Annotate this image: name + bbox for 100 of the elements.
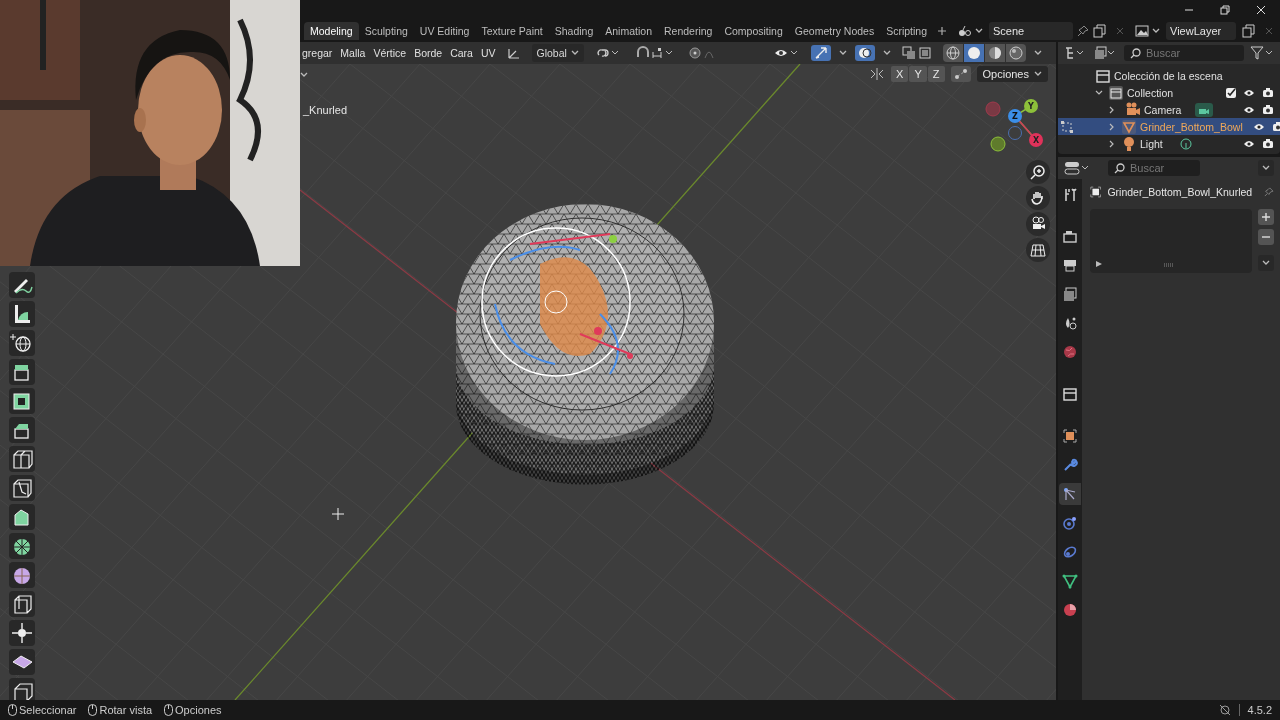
outliner-row[interactable]: Light bbox=[1058, 135, 1280, 152]
item-label: Camera bbox=[1144, 103, 1182, 116]
resize-handle-icon[interactable] bbox=[1164, 263, 1174, 267]
mirror-axis-toggle[interactable]: Y bbox=[909, 66, 927, 82]
object-icon bbox=[1090, 185, 1102, 199]
add-button[interactable] bbox=[1258, 209, 1274, 225]
menu-item[interactable]: gregar bbox=[302, 47, 333, 59]
gizmo-toggle[interactable] bbox=[811, 45, 831, 61]
scene-selector[interactable]: Scene bbox=[989, 22, 1073, 40]
smooth-icon[interactable] bbox=[9, 562, 35, 588]
solid-shading-button[interactable] bbox=[964, 44, 984, 62]
eye-icon[interactable] bbox=[1252, 121, 1265, 132]
eye-icon[interactable] bbox=[1243, 104, 1255, 115]
item-label: Collection bbox=[1127, 86, 1174, 99]
hint-label: Rotar vista bbox=[99, 704, 153, 716]
knife-icon[interactable] bbox=[9, 475, 35, 501]
annotate-icon[interactable] bbox=[9, 272, 35, 298]
menu-item[interactable]: Cara bbox=[450, 47, 473, 59]
eye-icon[interactable] bbox=[1243, 138, 1255, 149]
caret-icon bbox=[1034, 71, 1042, 77]
outliner-row[interactable]: Colección de la escena bbox=[1058, 67, 1280, 84]
add-icon[interactable] bbox=[937, 26, 948, 36]
mirror-axis-toggle[interactable]: Z bbox=[927, 66, 945, 82]
workspace-tab[interactable]: UV Editing bbox=[413, 22, 476, 40]
menu-item[interactable]: Vértice bbox=[373, 47, 407, 59]
zoom-icon[interactable] bbox=[1026, 160, 1050, 184]
options-dropdown[interactable] bbox=[1258, 160, 1274, 176]
more-dropdown[interactable] bbox=[1258, 255, 1274, 271]
grid-icon[interactable] bbox=[1026, 238, 1050, 262]
caret-icon bbox=[975, 28, 983, 34]
network-icon bbox=[1218, 704, 1231, 716]
caret-icon bbox=[1152, 28, 1160, 34]
collection-icon bbox=[1108, 84, 1124, 101]
workspace-tab[interactable]: Rendering bbox=[658, 22, 719, 40]
workspace-tab[interactable]: Scripting bbox=[880, 22, 934, 40]
editor-type-icon[interactable] bbox=[1064, 161, 1090, 175]
camera-icon[interactable] bbox=[1271, 121, 1280, 132]
navigation-gizmo[interactable]: Y Z X bbox=[982, 96, 1044, 152]
spin-icon[interactable] bbox=[9, 533, 35, 559]
camera-data-icon[interactable] bbox=[1194, 101, 1215, 118]
caret-icon bbox=[1262, 260, 1270, 266]
ruler-icon[interactable] bbox=[9, 301, 35, 327]
scene-icon[interactable] bbox=[958, 25, 972, 37]
play-icon bbox=[1096, 261, 1102, 267]
object-name-label: _Knurled bbox=[303, 104, 348, 116]
auto-merge-icon[interactable] bbox=[950, 66, 971, 82]
shrink-fatten-icon[interactable] bbox=[9, 620, 35, 646]
copy-icon[interactable] bbox=[1093, 24, 1107, 38]
wireframe-shading-button[interactable] bbox=[943, 44, 963, 62]
rip-icon[interactable] bbox=[9, 678, 35, 700]
shear-icon[interactable] bbox=[9, 649, 35, 675]
pin-icon[interactable] bbox=[1077, 25, 1089, 37]
overlay-toggle[interactable] bbox=[855, 45, 875, 61]
bevel-icon[interactable] bbox=[9, 417, 35, 443]
hand-icon[interactable] bbox=[1026, 186, 1050, 210]
poly-build-icon[interactable] bbox=[9, 504, 35, 530]
menu-item[interactable]: UV bbox=[480, 47, 496, 59]
mouse-icon bbox=[164, 704, 174, 716]
workspace-tab[interactable]: Modeling bbox=[304, 22, 359, 40]
particles-icon[interactable] bbox=[1059, 483, 1081, 505]
view-layer-selector[interactable]: ViewLayer bbox=[1166, 22, 1236, 40]
outliner-row[interactable]: Camera bbox=[1058, 101, 1280, 118]
camera-icon[interactable] bbox=[1262, 104, 1274, 115]
outliner-row[interactable]: Collection bbox=[1058, 84, 1280, 101]
image-icon[interactable] bbox=[1135, 25, 1149, 37]
rendered-shading-button[interactable] bbox=[1006, 44, 1026, 62]
workspace-tab[interactable]: Compositing bbox=[718, 22, 789, 40]
pin-icon[interactable] bbox=[1264, 186, 1274, 198]
mirror-icon[interactable] bbox=[869, 67, 886, 81]
material-shading-button[interactable] bbox=[985, 44, 1005, 62]
extrude-icon[interactable] bbox=[9, 359, 35, 385]
inset-icon[interactable] bbox=[9, 388, 35, 414]
workspace-tab[interactable]: Sculpting bbox=[358, 22, 414, 40]
menu-item[interactable]: Borde bbox=[414, 47, 443, 59]
eye-icon[interactable] bbox=[1243, 87, 1255, 98]
search-field[interactable]: Buscar bbox=[1124, 45, 1244, 61]
search-field[interactable]: Buscar bbox=[1108, 160, 1200, 176]
orientation-dropdown[interactable]: Global bbox=[531, 44, 584, 62]
checkbox[interactable] bbox=[1226, 87, 1236, 98]
options-dropdown[interactable]: Opciones bbox=[976, 66, 1048, 82]
mesh-icon bbox=[1121, 118, 1137, 135]
camera-icon[interactable] bbox=[1026, 212, 1050, 236]
workspace-tab[interactable]: Animation bbox=[599, 22, 658, 40]
workspace-tab[interactable]: Texture Paint bbox=[475, 22, 549, 40]
add-globe-icon[interactable] bbox=[9, 330, 35, 356]
caret-icon bbox=[839, 50, 847, 56]
remove-button[interactable] bbox=[1258, 229, 1274, 245]
workspace-tab[interactable]: Shading bbox=[548, 22, 600, 40]
copy-icon[interactable] bbox=[1242, 24, 1256, 38]
menu-item[interactable]: Malla bbox=[340, 47, 366, 59]
camera-icon[interactable] bbox=[1262, 87, 1274, 98]
workspace-tab[interactable]: Geometry Nodes bbox=[788, 22, 881, 40]
mirror-axis-toggle[interactable]: X bbox=[891, 66, 909, 82]
edge-slide-icon[interactable] bbox=[9, 591, 35, 617]
edit-mode-icon[interactable] bbox=[1061, 120, 1073, 133]
camera-icon[interactable] bbox=[1262, 138, 1274, 149]
restore-icon[interactable] bbox=[1220, 5, 1230, 15]
loop-cut-icon[interactable] bbox=[9, 446, 35, 472]
filter-icon[interactable] bbox=[1250, 46, 1274, 60]
outliner-row[interactable]: Grinder_Bottom_Bowl bbox=[1058, 118, 1280, 135]
